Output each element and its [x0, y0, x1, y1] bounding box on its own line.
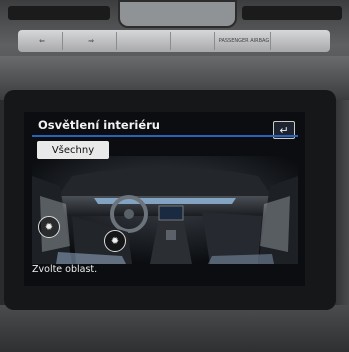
strip-button-3[interactable]	[120, 32, 171, 50]
sun-icon: ✹	[44, 221, 54, 233]
air-vent-left	[8, 6, 110, 20]
clock-gauge	[118, 0, 237, 28]
climate-button-strip: ⇐ ⇒ PASSENGER AIRBAG	[18, 30, 330, 52]
strip-button-1[interactable]: ⇐	[22, 32, 63, 50]
air-vent-right	[242, 6, 342, 20]
zone-front-left-button[interactable]: ✹	[38, 216, 60, 238]
hint-text: Zvolte oblast.	[32, 264, 98, 275]
strip-button-2[interactable]: ⇒	[66, 32, 117, 50]
zone-rear-left-button[interactable]: ✹	[104, 230, 126, 252]
sun-icon: ✹	[110, 235, 120, 247]
infotainment-screen: Osvětlení interiéru ↵ ✹ ✹ Všechny Zvolte…	[24, 112, 305, 286]
page-title: Osvětlení interiéru	[38, 118, 160, 132]
all-zones-button[interactable]: Všechny	[37, 141, 109, 159]
passenger-airbag-indicator: PASSENGER AIRBAG	[218, 32, 271, 50]
bottom-dashboard	[0, 305, 349, 352]
car-interior-image	[32, 156, 298, 264]
title-divider	[32, 135, 298, 137]
hazard-button[interactable]	[174, 32, 215, 50]
